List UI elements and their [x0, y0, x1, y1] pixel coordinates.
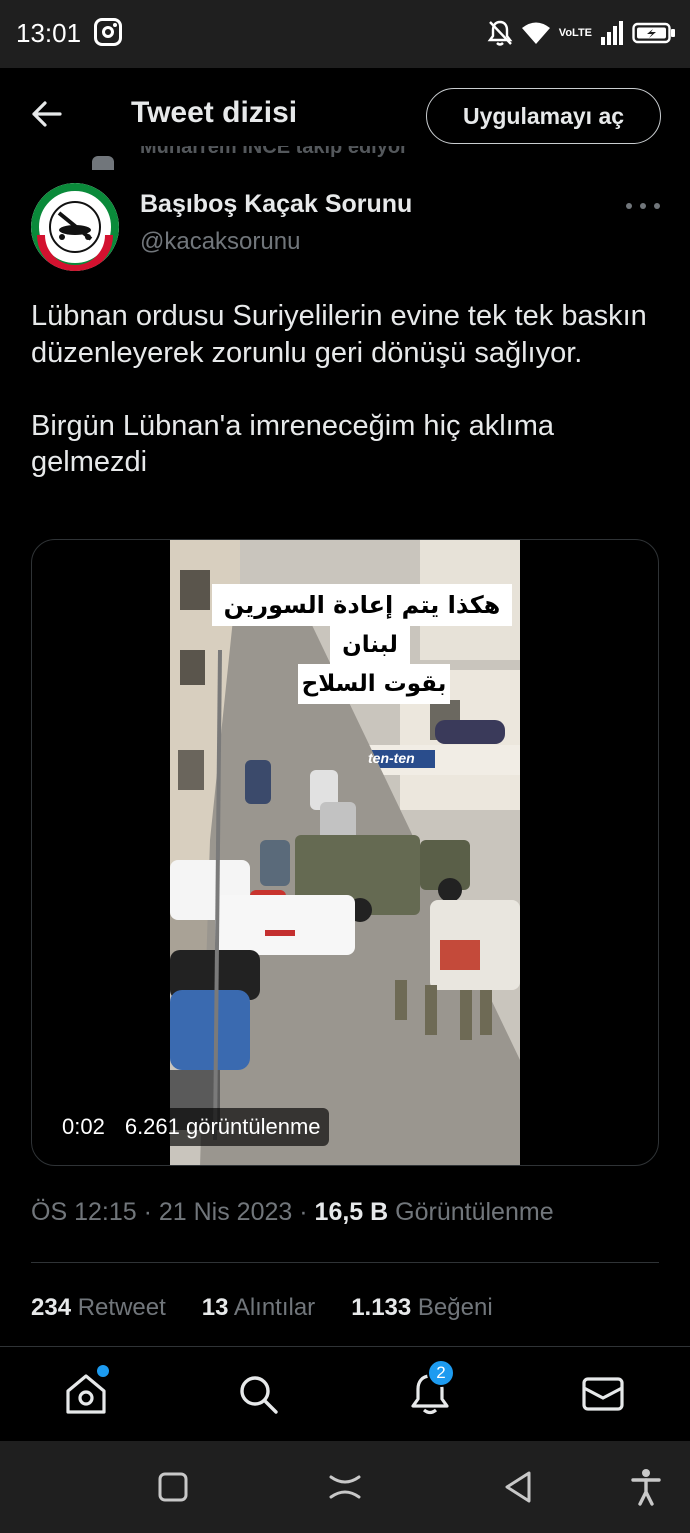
nav-notifications[interactable]: 2 [405, 1359, 455, 1419]
status-bar: 13:01 VoLTE [0, 0, 690, 68]
dot-icon [626, 203, 632, 209]
triangle-back-icon [505, 1471, 531, 1503]
dot-icon [654, 203, 660, 209]
open-app-button[interactable]: Uygulamayı aç [426, 88, 661, 144]
separator: · [143, 1198, 159, 1226]
more-options-button[interactable] [626, 196, 660, 216]
views-label: Görüntülenme [395, 1198, 554, 1226]
video-sign-text: ten-ten [368, 750, 415, 766]
home-gesture-icon [329, 1475, 361, 1499]
system-back-button[interactable] [496, 1467, 540, 1507]
author-name[interactable]: Başıboş Kaçak Sorunu [140, 190, 412, 219]
battery-charging-icon [632, 22, 675, 44]
social-context: Muharrem İNCE takip ediyor [92, 146, 592, 170]
back-button[interactable] [24, 94, 70, 134]
accessibility-icon [631, 1469, 661, 1506]
arrow-left-icon [32, 101, 62, 127]
separator: · [299, 1198, 315, 1226]
home-icon [66, 1374, 106, 1414]
retweets-label: Retweet [77, 1294, 166, 1321]
quotes-label: Alıntılar [233, 1294, 316, 1321]
tweet-meta: ÖS 12:15 · 21 Nis 2023 · 16,5 B Görüntül… [31, 1198, 554, 1227]
video-views: 6.261 görüntülenme [124, 1114, 321, 1139]
instagram-icon [94, 18, 122, 46]
recent-apps-button[interactable] [151, 1467, 195, 1507]
social-context-text: Muharrem İNCE takip ediyor [140, 146, 408, 158]
quotes-count: 13 [201, 1294, 229, 1321]
video-player[interactable]: هكذا يتم إعادة السورين في لبنان بقوت الس… [170, 540, 520, 1165]
retweets-count: 234 [31, 1294, 72, 1321]
status-icons: VoLTE [487, 18, 676, 48]
video-caption-line2: لبنان [330, 626, 410, 664]
divider [31, 1262, 659, 1263]
signal-icon [601, 21, 623, 45]
likes-stat[interactable]: 1.133 Beğeni [351, 1294, 492, 1322]
likes-label: Beğeni [417, 1294, 493, 1321]
person-icon [92, 156, 114, 170]
avatar[interactable] [31, 183, 119, 271]
notifications-off-icon [487, 20, 513, 46]
status-time: 13:01 [16, 18, 82, 48]
system-nav-bar [0, 1441, 690, 1533]
home-gesture-button[interactable] [323, 1467, 367, 1507]
volte-label: VoLTE [558, 27, 592, 39]
tweet-stats: 234 Retweet 13 Alıntılar 1.133 Beğeni [31, 1294, 493, 1322]
tweet-time[interactable]: ÖS 12:15 [31, 1198, 137, 1226]
nav-home[interactable] [61, 1365, 111, 1419]
nav-messages[interactable] [578, 1369, 628, 1419]
tweet-text: Lübnan ordusu Suriyelilerin evine tek te… [31, 300, 647, 478]
bottom-nav: 2 [0, 1346, 690, 1441]
author-handle[interactable]: @kacaksorunu [140, 228, 300, 256]
square-icon [158, 1472, 188, 1502]
nav-search[interactable] [233, 1369, 283, 1419]
notifications-badge: 2 [427, 1359, 455, 1387]
tweet-date[interactable]: 21 Nis 2023 [159, 1198, 292, 1226]
search-icon [240, 1376, 278, 1414]
video-info-overlay: 0:02 6.261 görüntülenme [60, 1108, 329, 1146]
retweets-stat[interactable]: 234 Retweet [31, 1294, 166, 1322]
wifi-icon [521, 22, 550, 44]
accessibility-button[interactable] [624, 1467, 668, 1507]
views-count: 16,5 B [314, 1198, 389, 1226]
video-caption-line1: هكذا يتم إعادة السورين في [212, 584, 512, 661]
dot-icon [640, 203, 646, 209]
video-time: 0:02 [62, 1114, 105, 1139]
tweet-media[interactable]: هكذا يتم إعادة السورين في لبنان بقوت الس… [31, 539, 659, 1166]
avatar-logo [31, 183, 119, 271]
video-caption-line3: بقوت السلاح [298, 664, 450, 704]
home-badge-dot [97, 1365, 109, 1377]
quotes-stat[interactable]: 13 Alıntılar [202, 1294, 315, 1322]
likes-count: 1.133 [351, 1294, 412, 1321]
mail-icon [582, 1377, 624, 1411]
page-title: Tweet dizisi [131, 96, 298, 129]
